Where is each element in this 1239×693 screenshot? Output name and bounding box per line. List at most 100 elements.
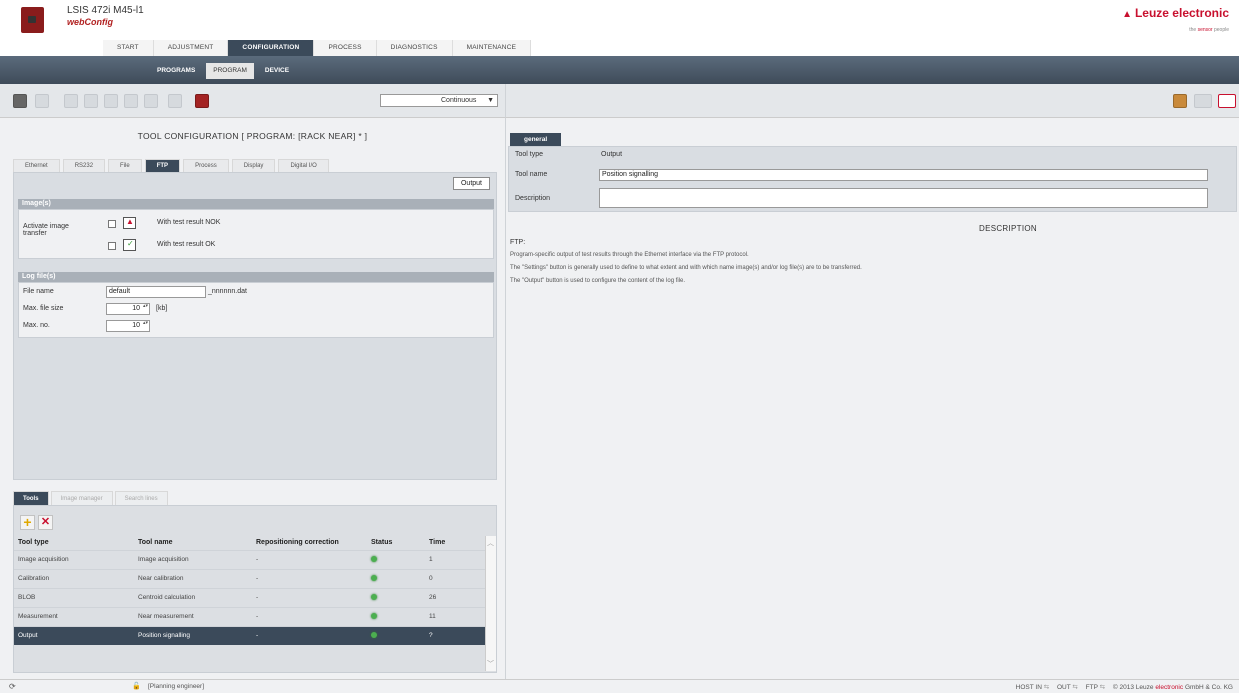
tab-general[interactable]: general [510, 133, 562, 146]
status-bar: ⟳ 🔓 [Planning engineer] HOST IN ⇆ OUT ⇆ … [0, 679, 1239, 693]
subtab-programs[interactable]: PROGRAMS [150, 63, 202, 79]
tab-configuration[interactable]: CONFIGURATION [228, 40, 315, 56]
tab-tools[interactable]: Tools [13, 491, 49, 505]
trigger-mode-select[interactable]: Continuous ▼ [380, 94, 498, 107]
host-in-indicator-icon: ⇆ [1043, 684, 1050, 691]
tab-search-lines[interactable]: Search lines [114, 491, 168, 505]
scroll-down-icon[interactable]: ﹀ [487, 659, 494, 669]
table-row[interactable]: BLOB Centroid calculation - 26 [14, 587, 486, 607]
status-cell [367, 549, 425, 569]
time-cell: ? [425, 625, 486, 645]
tool-type-cell: BLOB [14, 587, 134, 607]
time-cell: 26 [425, 587, 486, 607]
tools-scrollbar[interactable]: ︿ ﹀ [485, 536, 496, 671]
user-icon[interactable] [1173, 94, 1187, 108]
view-menu-icon[interactable] [1194, 94, 1212, 108]
column-header[interactable]: Repositioning correction [252, 536, 367, 550]
description-line: The "Output" button is used to configure… [510, 278, 686, 284]
out-indicator-icon: ⇆ [1072, 684, 1078, 691]
file-name-input[interactable]: default [106, 286, 206, 298]
zoom-in-icon[interactable] [84, 94, 98, 108]
tab-display[interactable]: Display [231, 159, 276, 172]
config-tabs: Ethernet RS232 File FTP Process Display … [13, 159, 332, 172]
program-toolbar: Continuous ▼ [0, 84, 505, 118]
refresh-icon[interactable]: ⟳ [9, 682, 16, 691]
ftp-config-body: Output Image(s) Activate image transfer … [13, 172, 497, 480]
ok-image-checkbox[interactable] [108, 242, 116, 250]
status-ok-icon [371, 574, 377, 581]
tab-start[interactable]: START [103, 40, 154, 56]
log-files-group: File name default _nnnnnn.dat Max. file … [18, 282, 494, 338]
time-cell: 11 [425, 606, 486, 626]
tab-maintenance[interactable]: MAINTENANCE [452, 40, 532, 56]
tools-panel: Tools Image manager Search lines + ✕ Too… [0, 486, 505, 679]
tab-adjustment[interactable]: ADJUSTMENT [153, 40, 229, 56]
tools-tabs: Tools Image manager Search lines [13, 491, 170, 505]
brand-tagline: the sensor people [1189, 27, 1229, 33]
output-button[interactable]: Output [452, 177, 490, 190]
tab-rs232[interactable]: RS232 [62, 159, 106, 172]
tagline-prefix: the [1189, 27, 1198, 33]
column-header[interactable]: Time [425, 536, 486, 550]
file-name-suffix: _nnnnnn.dat [208, 288, 247, 295]
tab-digital-io[interactable]: Digital I/O [278, 159, 329, 172]
tagline-em: sensor [1197, 27, 1213, 33]
config-title: TOOL CONFIGURATION [ PROGRAM: [RACK NEAR… [137, 131, 368, 141]
subtab-device[interactable]: DEVICE [258, 63, 296, 79]
max-no-label: Max. no. [23, 322, 50, 329]
tool-name-cell: Image acquisition [134, 549, 252, 569]
tab-file[interactable]: File [108, 159, 142, 172]
tab-ethernet[interactable]: Ethernet [13, 159, 60, 172]
save-to-device-icon[interactable] [195, 94, 209, 108]
column-header[interactable]: Status [367, 536, 425, 550]
nok-image-checkbox[interactable] [108, 220, 116, 228]
max-no-stepper[interactable]: 10 [106, 320, 150, 332]
repositioning-cell: - [252, 606, 367, 626]
tools-list-body: + ✕ Tool type Tool name Repositioning co… [13, 505, 497, 673]
max-file-size-label: Max. file size [23, 305, 64, 312]
camera-icon[interactable] [13, 94, 27, 108]
zoom-100-icon[interactable] [144, 94, 158, 108]
scroll-up-icon[interactable]: ︿ [487, 538, 494, 548]
table-row[interactable]: Calibration Near calibration - 0 [14, 568, 486, 588]
tool-name-label: Tool name [515, 171, 548, 178]
column-header[interactable]: Tool type [14, 536, 134, 550]
description-line: Program-specific output of test results … [510, 252, 749, 258]
ok-image-label: With test result OK [157, 241, 216, 248]
description-textarea[interactable] [599, 188, 1208, 208]
zoom-out-icon[interactable] [104, 94, 118, 108]
tool-name-cell: Centroid calculation [134, 587, 252, 607]
tab-process[interactable]: PROCESS [314, 40, 377, 56]
hand-icon[interactable] [64, 94, 78, 108]
description-label: Description [515, 195, 551, 202]
tool-type-cell: Output [14, 625, 134, 645]
zoom-fit-icon[interactable] [124, 94, 138, 108]
language-flag-icon[interactable] [1218, 94, 1236, 108]
tab-diagnostics[interactable]: DIAGNOSTICS [376, 40, 453, 56]
measure-icon[interactable] [168, 94, 182, 108]
tab-process-output[interactable]: Process [183, 159, 229, 172]
subtab-program[interactable]: PROGRAM [206, 63, 254, 79]
status-cell [367, 625, 425, 645]
tool-name-input[interactable]: Position signalling [599, 169, 1208, 181]
sub-navigation: PROGRAMS PROGRAM DEVICE [0, 56, 1239, 84]
add-tool-button[interactable]: + [20, 515, 35, 530]
max-file-size-stepper[interactable]: 10 [106, 303, 150, 315]
lock-open-icon[interactable]: 🔓 [132, 682, 141, 690]
table-row[interactable]: Measurement Near measurement - 11 [14, 606, 486, 626]
status-cell [367, 568, 425, 588]
column-header[interactable]: Tool name [134, 536, 252, 550]
app-header: LSIS 472i M45-l1 webConfig ▲ Leuze electr… [0, 0, 1239, 56]
description-heading: DESCRIPTION [979, 224, 1037, 233]
table-row-selected[interactable]: Output Position signalling - ? [14, 625, 486, 645]
trigger-mode-value: Continuous [441, 97, 477, 104]
nok-image-label: With test result NOK [157, 219, 221, 226]
play-icon[interactable] [35, 94, 49, 108]
brand-triangle-icon: ▲ [1122, 9, 1132, 20]
delete-tool-button[interactable]: ✕ [38, 515, 53, 530]
tool-name-cell: Near measurement [134, 606, 252, 626]
tab-ftp[interactable]: FTP [144, 159, 181, 172]
description-title: FTP: [510, 239, 526, 246]
tab-image-manager[interactable]: Image manager [50, 491, 113, 505]
table-row[interactable]: Image acquisition Image acquisition - 1 [14, 549, 486, 569]
